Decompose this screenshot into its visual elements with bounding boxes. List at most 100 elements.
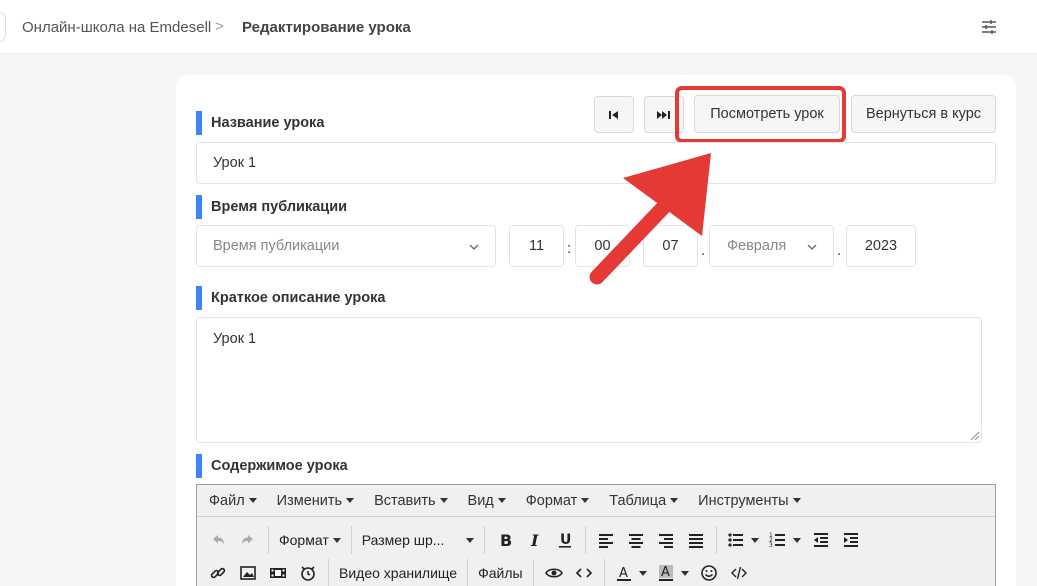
align-justify-button[interactable]	[681, 525, 711, 555]
previous-lesson-button[interactable]	[594, 96, 634, 133]
bold-icon: B	[500, 531, 512, 549]
toolbar-divider	[584, 526, 586, 554]
underline-icon: U	[558, 532, 571, 548]
bullet-list-icon	[728, 533, 743, 547]
bold-button[interactable]: B	[490, 525, 520, 555]
code-sample-button[interactable]	[569, 558, 599, 586]
emoticons-button[interactable]	[694, 558, 724, 586]
toolbar-divider	[328, 559, 329, 586]
publish-time-label: Время публикации	[196, 195, 347, 219]
numbered-list-button[interactable]: 123	[764, 525, 806, 555]
outdent-button[interactable]	[806, 525, 836, 555]
insert-image-button[interactable]	[233, 558, 263, 586]
svg-text:A: A	[619, 566, 628, 581]
hour-input[interactable]: 11	[509, 225, 564, 267]
svg-text:B: B	[500, 531, 512, 549]
outdent-icon	[813, 533, 828, 547]
menu-insert[interactable]: Вставить	[364, 493, 457, 509]
lesson-name-value: Урок 1	[213, 155, 257, 171]
italic-button[interactable]: I	[520, 525, 550, 555]
indent-icon	[843, 533, 858, 547]
menu-format[interactable]: Формат	[516, 493, 600, 509]
back-to-course-button[interactable]: Вернуться в курс	[851, 95, 996, 133]
year-input[interactable]: 2023	[846, 225, 916, 267]
align-left-icon	[598, 534, 613, 548]
italic-icon: I	[530, 531, 539, 549]
format-dropdown[interactable]: Формат	[274, 525, 346, 555]
menu-view[interactable]: Вид	[458, 493, 516, 509]
files-label: Файлы	[478, 565, 523, 581]
menu-edit-label: Изменить	[276, 492, 343, 509]
bullet-list-button[interactable]	[722, 525, 764, 555]
content-label: Содержимое урока	[196, 454, 348, 478]
redo-button[interactable]	[233, 525, 263, 555]
align-left-button[interactable]	[591, 525, 621, 555]
chevron-down-icon	[469, 244, 479, 250]
hour-value: 11	[528, 238, 545, 254]
publish-mode-select[interactable]: Время публикации	[196, 225, 496, 267]
menu-file[interactable]: Файл	[199, 493, 267, 509]
caret-down-icon	[332, 537, 341, 543]
menu-table-label: Таблица	[609, 492, 667, 509]
text-color-button[interactable]: A	[610, 558, 652, 586]
redo-icon	[242, 535, 253, 544]
font-size-dropdown[interactable]: Размер шр...	[357, 525, 479, 555]
short-description-textarea[interactable]: Урок 1	[196, 317, 982, 443]
toolbar-divider	[532, 559, 534, 586]
publish-mode-value: Время публикации	[213, 238, 340, 254]
skip-forward-icon	[657, 110, 670, 119]
caret-down-icon	[248, 498, 257, 503]
alarm-clock-icon	[301, 566, 315, 581]
date-separator: .	[837, 242, 842, 259]
background-color-button[interactable]: A	[652, 558, 694, 586]
indent-button[interactable]	[836, 525, 866, 555]
underline-button[interactable]: U	[550, 525, 580, 555]
text-color-icon: A	[616, 566, 631, 581]
preview-button[interactable]	[539, 558, 569, 586]
toolbar-divider	[268, 526, 269, 554]
svg-text:3: 3	[769, 542, 773, 549]
resize-handle-icon[interactable]	[970, 431, 980, 441]
format-dropdown-label: Формат	[279, 532, 329, 548]
svg-text:U: U	[560, 532, 571, 548]
undo-button[interactable]	[203, 525, 233, 555]
files-button[interactable]: Файлы	[473, 558, 527, 586]
menu-tools[interactable]: Инструменты	[688, 493, 810, 509]
menu-table[interactable]: Таблица	[599, 493, 688, 509]
svg-text:A: A	[661, 565, 670, 580]
toolbar-divider	[350, 526, 352, 554]
editor-toolbar-row-1: Формат Размер шр... B I U 123	[197, 522, 995, 558]
source-code-button[interactable]	[724, 558, 754, 586]
undo-icon	[213, 535, 224, 544]
toolbar-divider	[715, 526, 717, 554]
annotation-arrow-icon	[589, 153, 711, 285]
menu-insert-label: Вставить	[374, 492, 436, 509]
align-right-button[interactable]	[651, 525, 681, 555]
caret-down-icon	[750, 537, 759, 543]
insert-datetime-button[interactable]	[293, 558, 323, 586]
image-icon	[240, 566, 256, 580]
editor-menubar: Файл Изменить Вставить Вид Формат Таблиц…	[197, 485, 995, 517]
breadcrumb-home[interactable]: Онлайн-школа на Emdesell	[22, 19, 211, 36]
source-code-icon	[730, 566, 747, 580]
caret-down-icon	[638, 570, 647, 576]
caret-down-icon	[670, 498, 679, 503]
caret-down-icon	[581, 498, 590, 503]
insert-link-button[interactable]	[203, 558, 233, 586]
year-value: 2023	[864, 238, 898, 254]
menu-edit[interactable]: Изменить	[267, 493, 364, 509]
caret-down-icon	[439, 498, 448, 503]
smiley-icon	[700, 565, 717, 581]
short-description-label: Краткое описание урока	[196, 286, 385, 310]
video-storage-label: Видео хранилище	[339, 565, 458, 581]
toolbar-divider	[467, 559, 469, 586]
sidebar-toggle[interactable]	[0, 12, 6, 42]
short-description-value: Урок 1	[213, 331, 257, 347]
highlight-box	[675, 86, 846, 143]
align-right-icon	[658, 534, 673, 548]
align-center-button[interactable]	[621, 525, 651, 555]
sliders-settings-icon[interactable]	[980, 19, 998, 35]
top-bar: Онлайн-школа на Emdesell > Редактировани…	[0, 0, 1037, 54]
insert-media-button[interactable]	[263, 558, 293, 586]
video-storage-button[interactable]: Видео хранилище	[334, 558, 462, 586]
